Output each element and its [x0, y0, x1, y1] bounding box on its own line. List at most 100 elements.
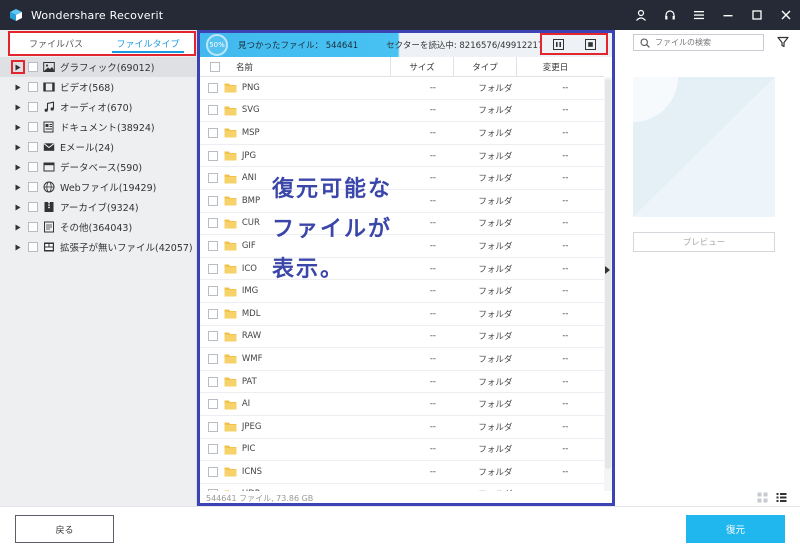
expand-chevron-icon[interactable]: [13, 142, 23, 152]
table-row[interactable]: PNG -- フォルダ --: [200, 77, 604, 100]
tree-item-checkbox[interactable]: [28, 62, 38, 72]
tree-item-checkbox[interactable]: [28, 102, 38, 112]
table-row[interactable]: CUR -- フォルダ --: [200, 213, 604, 236]
table-row[interactable]: ANI -- フォルダ --: [200, 167, 604, 190]
title-bar: Wondershare Recoverit: [0, 0, 800, 30]
table-row[interactable]: WMF -- フォルダ --: [200, 348, 604, 371]
tree-item-checkbox[interactable]: [28, 82, 38, 92]
filter-icon[interactable]: [777, 36, 789, 48]
table-row[interactable]: PAT -- フォルダ --: [200, 371, 604, 394]
column-size[interactable]: サイズ: [390, 56, 453, 77]
table-row[interactable]: BMP -- フォルダ --: [200, 190, 604, 213]
tree-item-checkbox[interactable]: [28, 182, 38, 192]
collapse-preview-arrow-icon[interactable]: [604, 266, 610, 274]
table-row[interactable]: MSP -- フォルダ --: [200, 122, 604, 145]
account-button[interactable]: [626, 0, 655, 30]
list-view-icon[interactable]: [776, 492, 787, 503]
stop-button[interactable]: [584, 38, 596, 50]
table-row[interactable]: RAW -- フォルダ --: [200, 326, 604, 349]
tree-item[interactable]: 拡張子が無いファイル(42057): [0, 237, 197, 257]
table-row[interactable]: SVG -- フォルダ --: [200, 100, 604, 123]
tree-item[interactable]: Webファイル(19429): [0, 177, 197, 197]
row-checkbox[interactable]: [208, 353, 218, 364]
tab-file-path[interactable]: ファイルパス: [10, 33, 102, 54]
search-input[interactable]: [655, 38, 755, 47]
pause-button[interactable]: [552, 38, 564, 50]
column-type[interactable]: タイプ: [453, 56, 516, 77]
expand-chevron-icon[interactable]: [13, 222, 23, 232]
row-checkbox[interactable]: [208, 195, 218, 206]
tree-item-label: その他(364043): [60, 223, 133, 234]
restore-button[interactable]: 復元: [686, 515, 785, 543]
tree-item[interactable]: ドキュメント(38924): [0, 117, 197, 137]
tree-item-checkbox[interactable]: [28, 202, 38, 212]
tree-item-checkbox[interactable]: [28, 142, 38, 152]
row-checkbox[interactable]: [208, 240, 218, 251]
tree-item-checkbox[interactable]: [28, 222, 38, 232]
row-type: フォルダ: [478, 196, 513, 207]
expand-chevron-icon[interactable]: [13, 242, 23, 252]
tree-item[interactable]: グラフィック(69012): [0, 57, 197, 77]
row-checkbox[interactable]: [208, 105, 218, 116]
row-checkbox[interactable]: [208, 308, 218, 319]
table-scrollbar[interactable]: [604, 77, 612, 491]
table-row[interactable]: PIC -- フォルダ --: [200, 439, 604, 462]
row-checkbox[interactable]: [208, 173, 218, 184]
row-checkbox[interactable]: [208, 466, 218, 477]
row-checkbox[interactable]: [208, 444, 218, 455]
tree-item[interactable]: アーカイブ(9324): [0, 197, 197, 217]
table-row[interactable]: JPEG -- フォルダ --: [200, 416, 604, 439]
column-date[interactable]: 変更日: [516, 56, 594, 77]
row-checkbox[interactable]: [208, 150, 218, 161]
maximize-button[interactable]: [742, 0, 771, 30]
folder-icon: [224, 174, 237, 184]
grid-view-icon[interactable]: [757, 492, 768, 503]
row-checkbox[interactable]: [208, 127, 218, 138]
close-button[interactable]: [771, 0, 800, 30]
expand-chevron-icon[interactable]: [13, 182, 23, 192]
row-checkbox[interactable]: [208, 331, 218, 342]
table-row[interactable]: JPG -- フォルダ --: [200, 145, 604, 168]
expand-chevron-icon[interactable]: [13, 102, 23, 112]
search-box[interactable]: [633, 34, 764, 51]
table-row[interactable]: IMG -- フォルダ --: [200, 280, 604, 303]
preview-button[interactable]: プレビュー: [633, 232, 775, 252]
row-checkbox[interactable]: [208, 376, 218, 387]
row-checkbox[interactable]: [208, 82, 218, 93]
row-checkbox[interactable]: [208, 218, 218, 229]
expand-chevron-icon[interactable]: [13, 82, 23, 92]
tree-item-checkbox[interactable]: [28, 162, 38, 172]
row-checkbox[interactable]: [208, 263, 218, 274]
select-all-checkbox[interactable]: [210, 61, 220, 72]
tree-item[interactable]: データベース(590): [0, 157, 197, 177]
row-checkbox[interactable]: [208, 286, 218, 297]
tree-item-checkbox[interactable]: [28, 242, 38, 252]
table-row[interactable]: MDL -- フォルダ --: [200, 303, 604, 326]
menu-button[interactable]: [684, 0, 713, 30]
tree-item[interactable]: Eメール(24): [0, 137, 197, 157]
support-button[interactable]: [655, 0, 684, 30]
table-row[interactable]: HDR --フォルダ--: [200, 484, 604, 491]
row-checkbox[interactable]: [208, 421, 218, 432]
row-checkbox[interactable]: [208, 399, 218, 410]
table-row[interactable]: AI -- フォルダ --: [200, 393, 604, 416]
tree-item[interactable]: その他(364043): [0, 217, 197, 237]
column-name[interactable]: 名前: [230, 57, 390, 77]
table-row[interactable]: ICO -- フォルダ --: [200, 258, 604, 281]
scroll-thumb[interactable]: [605, 79, 611, 469]
expand-chevron-icon[interactable]: [13, 202, 23, 212]
search-icon: [640, 37, 650, 48]
table-row[interactable]: ICNS -- フォルダ --: [200, 461, 604, 484]
minimize-button[interactable]: [713, 0, 742, 30]
tab-file-type[interactable]: ファイルタイプ: [102, 33, 194, 54]
row-checkbox[interactable]: [208, 489, 218, 491]
expand-chevron-icon[interactable]: [13, 162, 23, 172]
expand-chevron-icon[interactable]: [11, 60, 25, 74]
table-row[interactable]: GIF -- フォルダ --: [200, 235, 604, 258]
back-button[interactable]: 戻る: [15, 515, 114, 543]
tree-item-checkbox[interactable]: [28, 122, 38, 132]
tree-item[interactable]: オーディオ(670): [0, 97, 197, 117]
scan-controls: [540, 33, 608, 55]
tree-item[interactable]: ビデオ(568): [0, 77, 197, 97]
expand-chevron-icon[interactable]: [13, 122, 23, 132]
